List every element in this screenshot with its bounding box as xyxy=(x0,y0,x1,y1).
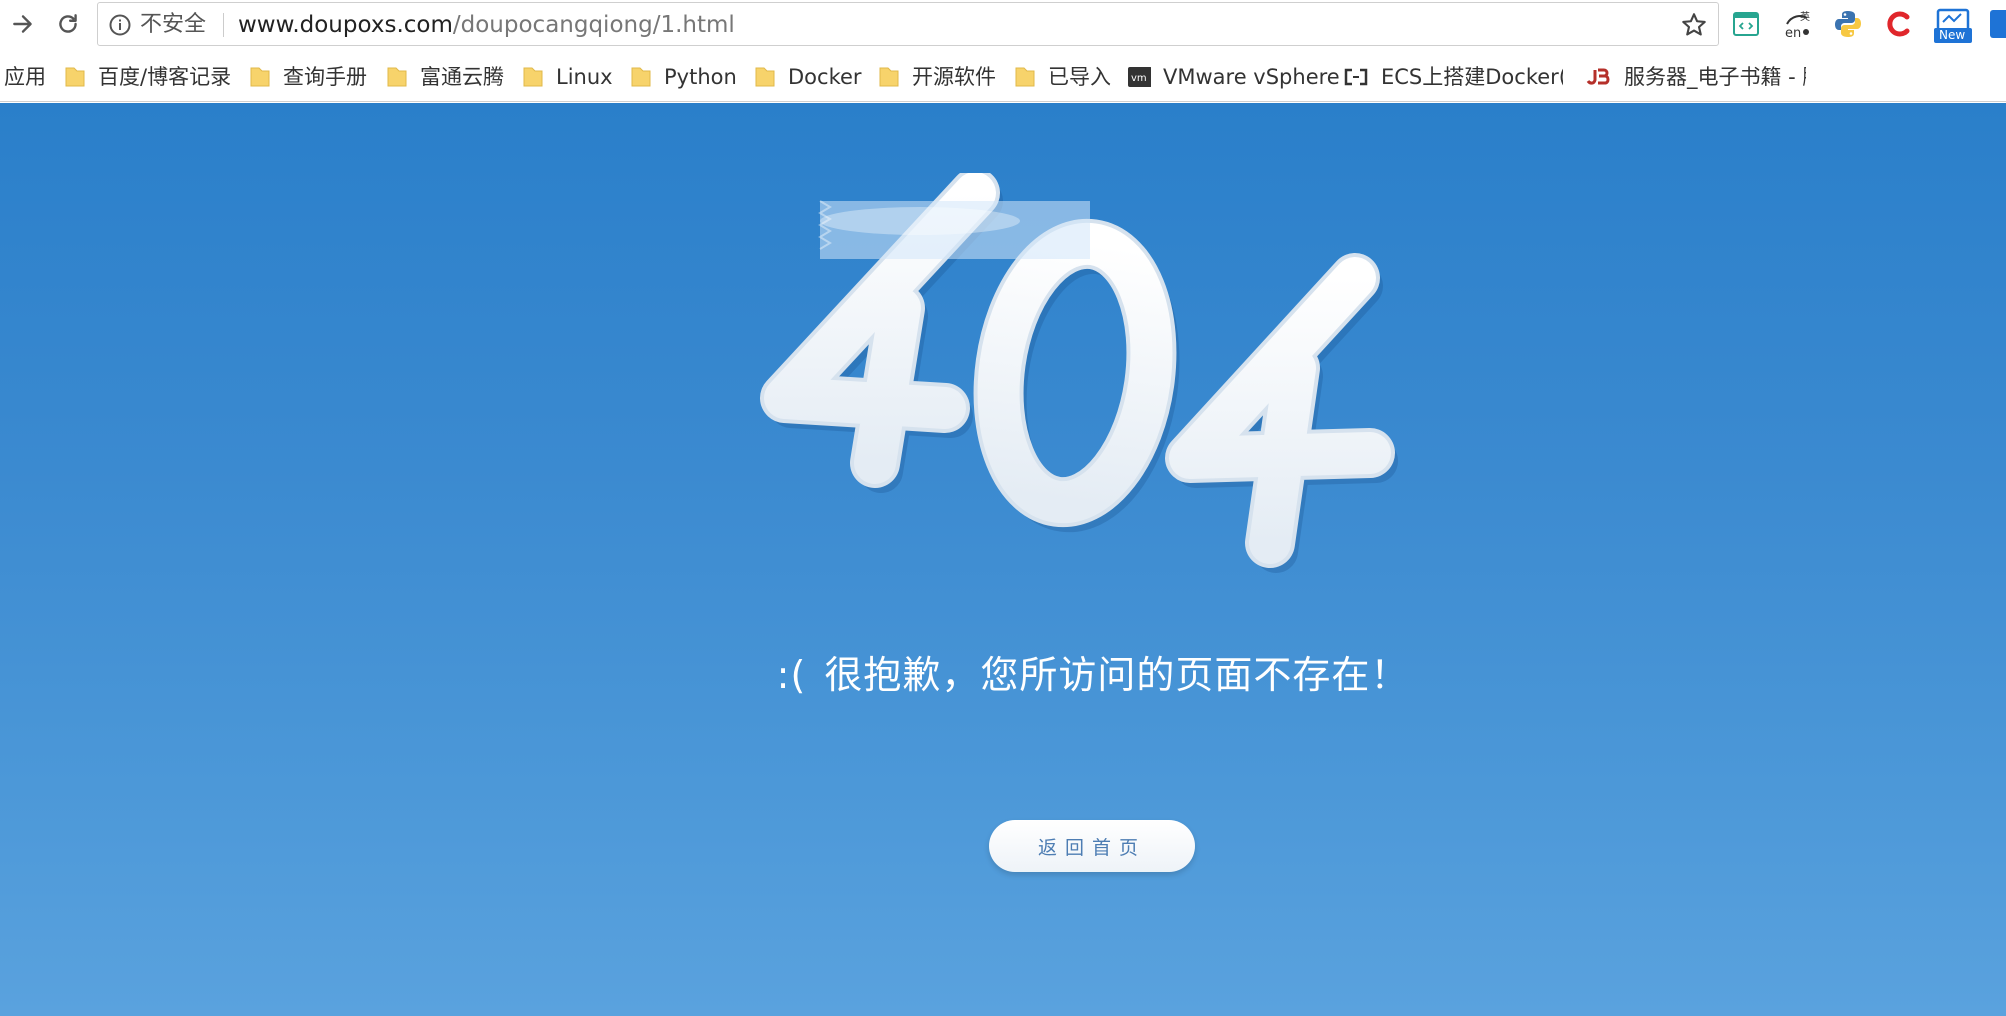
folder-icon xyxy=(631,67,651,87)
tape-decoration xyxy=(818,200,1090,259)
folder-icon xyxy=(755,67,775,87)
partial-extension-icon[interactable] xyxy=(1990,10,2006,38)
folder-icon xyxy=(65,67,85,87)
bookmark-label: 百度/博客记录 xyxy=(98,65,232,89)
reload-icon xyxy=(59,14,77,33)
folder-icon xyxy=(387,67,407,87)
bookmark-label: 已导入 xyxy=(1048,65,1111,89)
folder-icon xyxy=(879,67,899,87)
svg-text:英: 英 xyxy=(1800,10,1810,23)
bookmark-folder[interactable]: 富通云腾 xyxy=(386,60,504,94)
python-extension[interactable] xyxy=(1832,8,1864,40)
code-viewer-icon xyxy=(1733,12,1759,36)
translate-en-icon: en 英 xyxy=(1785,10,1810,41)
back-to-home-button[interactable]: 返回首页 xyxy=(989,820,1195,872)
bookmark-folder[interactable]: 开源软件 xyxy=(878,60,996,94)
bookmark-folder[interactable]: Linux xyxy=(522,60,613,94)
new-badge-text: New xyxy=(1939,28,1966,42)
bookmark-apps[interactable]: 应用 xyxy=(4,60,46,94)
address-bar[interactable]: 不安全 www.doupoxs.com/doupocangqiong/1.htm… xyxy=(97,2,1719,46)
bookmark-label: 富通云腾 xyxy=(420,65,504,89)
browser-toolbar: 不安全 www.doupoxs.com/doupocangqiong/1.htm… xyxy=(0,0,2006,48)
error-message: :( 很抱歉，您所访问的页面不存在！ xyxy=(0,644,2006,699)
bookmark-label: VMware vSphere xyxy=(1163,65,1340,89)
bookmark-vmware[interactable]: vm VMware vSphere xyxy=(1127,60,1340,94)
aliyun-icon xyxy=(1344,68,1368,86)
translate-extension[interactable]: en 英 xyxy=(1781,8,1813,41)
bookmark-folder[interactable]: 百度/博客记录 xyxy=(64,60,231,94)
bookmark-label: Docker xyxy=(788,65,862,89)
vmware-icon: vm xyxy=(1128,67,1151,87)
info-icon[interactable] xyxy=(108,13,132,37)
security-label[interactable]: 不安全 xyxy=(140,12,206,38)
folder-icon xyxy=(250,67,270,87)
bookmark-aliyun[interactable]: ECS上搭建Docker(C xyxy=(1343,60,1563,94)
bookmark-folder[interactable]: 查询手册 xyxy=(249,60,367,94)
bookmark-label: ECS上搭建Docker(C xyxy=(1381,65,1563,89)
new-extension[interactable]: New xyxy=(1933,8,1973,43)
bookmarks-bar: 应用 百度/博客记录 查询手册 富通云腾 Linux Python Docker… xyxy=(0,56,2006,102)
arrow-right-icon xyxy=(13,15,32,33)
bookmark-star-icon[interactable] xyxy=(1680,11,1708,39)
bookmark-label: 查询手册 xyxy=(283,65,367,89)
bookmark-label: 应用 xyxy=(4,65,46,89)
folder-icon xyxy=(523,67,543,87)
bookmark-folder[interactable]: 已导入 xyxy=(1014,60,1111,94)
c-red-icon xyxy=(1887,11,1910,37)
c-extension[interactable] xyxy=(1883,8,1915,40)
404-illustration xyxy=(760,173,1398,573)
bookmark-label: Linux xyxy=(556,65,613,89)
bookmark-folder[interactable]: Python xyxy=(630,60,737,94)
bookmark-folder[interactable]: Docker xyxy=(754,60,862,94)
jb51-icon xyxy=(1586,68,1610,85)
address-separator xyxy=(223,13,224,37)
bookmark-label: 服务器_电子书籍 - 脚 xyxy=(1624,65,1806,89)
reload-button[interactable] xyxy=(51,7,85,41)
forward-button[interactable] xyxy=(6,7,40,41)
bookmark-label: 开源软件 xyxy=(912,65,996,89)
bookmark-label: Python xyxy=(664,65,737,89)
url-text[interactable]: www.doupoxs.com/doupocangqiong/1.html xyxy=(238,12,735,38)
url-host: www.doupoxs.com xyxy=(238,12,453,38)
folder-icon xyxy=(1015,67,1035,87)
sad-face: :( xyxy=(776,653,807,697)
svg-text:en: en xyxy=(1785,26,1801,40)
code-viewer-extension[interactable] xyxy=(1730,8,1762,40)
error-page: :( 很抱歉，您所访问的页面不存在！ 返回首页 xyxy=(0,103,2006,1016)
url-path: /doupocangqiong/1.html xyxy=(452,12,735,38)
python-icon xyxy=(1835,11,1861,37)
error-message-text: 很抱歉，您所访问的页面不存在！ xyxy=(824,653,1410,697)
svg-text:vm: vm xyxy=(1131,73,1147,84)
bookmark-jb51[interactable]: 服务器_电子书籍 - 脚 xyxy=(1586,60,1806,94)
